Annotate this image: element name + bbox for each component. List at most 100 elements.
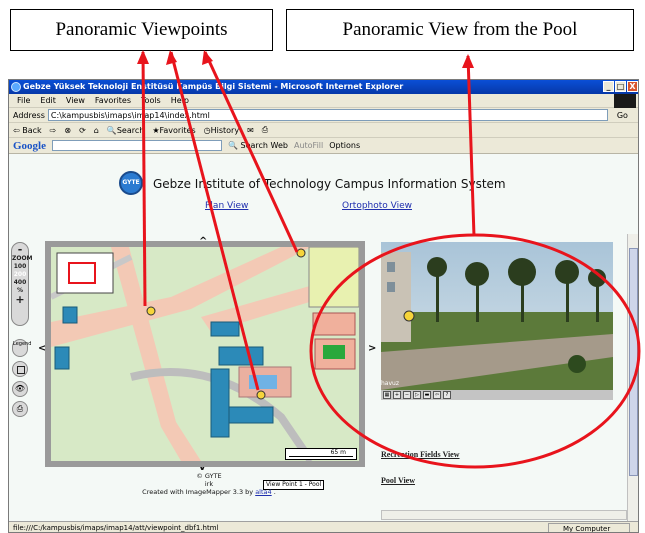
building [62,306,78,324]
browser-window: Gebze Yüksek Teknoloji Enstitüsü Kampüs … [8,79,639,533]
back-button[interactable]: ⇦ Back [13,126,42,135]
google-toolbar: Google 🔍 Search Web AutoFill Options [9,138,638,154]
forward-icon[interactable]: ⇨ [50,126,57,135]
security-zone: My Computer [548,523,630,532]
print-map-button[interactable]: ⎙ [12,401,28,417]
menu-help[interactable]: Help [171,96,189,105]
panorama-label: havuz [381,380,399,387]
building [210,368,230,438]
ie-icon [11,82,21,92]
pool-view-link[interactable]: Pool View [381,476,415,485]
minimize-button[interactable]: _ [603,81,614,92]
search-web-button[interactable]: 🔍 Search Web [228,141,288,150]
search-button[interactable]: 🔍Search [107,126,144,135]
horizontal-scrollbar[interactable] [381,510,627,520]
menu-edit[interactable]: Edit [40,96,56,105]
google-search-input[interactable] [52,140,222,151]
gyte-logo: GYTE [119,171,143,195]
zoom-out-button[interactable]: - [12,244,28,255]
zoom-panel: - ZOOM 100 200 400 % + [11,242,33,326]
legend-button[interactable]: Legend [12,339,31,357]
recreation-fields-link[interactable]: Recreation Fields View [381,450,460,459]
building [218,346,264,366]
pano-zoom-out-button[interactable]: − [403,391,411,399]
zoom-in-button[interactable]: + [12,294,28,305]
status-url: file:///C:/kampusbis/imaps/imap14/att/vi… [13,524,219,532]
copyright-text: © GYTE [196,472,222,480]
stop-icon[interactable]: ⊗ [64,126,71,135]
pano-grid-button[interactable]: ▦ [383,391,391,399]
pool [249,375,277,389]
pano-help-button[interactable]: ? [443,391,451,399]
address-input[interactable]: C:\kampusbis\imaps\imap14\index.html [47,109,608,121]
overview-inset[interactable] [56,252,114,294]
menu-tools[interactable]: Tools [141,96,161,105]
created-with-line: Created with ImageMapper 3.3 by alta4 . [129,488,289,496]
viewpoint-marker [296,248,306,258]
pano-back-button[interactable]: ⇦ [433,391,441,399]
ortophoto-view-link[interactable]: Ortophoto View [342,201,412,211]
zoom-400[interactable]: 400 [12,279,28,287]
mail-icon[interactable]: ✉ [247,126,254,135]
scale-bar: 65 m [285,448,357,460]
window-titlebar: Gebze Yüksek Teknoloji Enstitüsü Kampüs … [9,80,638,94]
go-button[interactable]: Go [617,111,628,120]
address-bar: Address C:\kampusbis\imaps\imap14\index.… [9,108,638,123]
map-drawing [51,247,359,461]
zoom-200[interactable]: 200 [12,271,28,279]
created-with-text: Created with ImageMapper 3.3 by [142,488,254,496]
pano-play-button[interactable]: ▷ [413,391,421,399]
callout-panoramic-viewpoints: Panoramic Viewpoints [10,9,273,51]
status-bar: file:///C:/kampusbis/imaps/imap14/att/vi… [9,521,638,532]
close-button[interactable]: X [627,81,638,92]
alta4-link[interactable]: alta4 [255,488,271,496]
menu-favorites[interactable]: Favorites [95,96,131,105]
standard-toolbar: ⇦ Back ⇨ ⊗ ⟳ ⌂ 🔍Search ★Favorites ◷Histo… [9,123,638,138]
pano-zoom-in-button[interactable]: + [393,391,401,399]
binoculars-button[interactable]: 👁 [12,381,28,397]
maximize-button[interactable]: □ [615,81,626,92]
annotation-arrowhead [202,50,213,65]
panorama-viewer[interactable] [381,242,613,390]
callout-panoramic-view-pool: Panoramic View from the Pool [286,9,634,51]
menu-bar: File Edit View Favorites Tools Help [9,94,638,108]
history-button[interactable]: ◷History [204,126,239,135]
zoom-100[interactable]: 100 [12,263,28,271]
address-label: Address [13,110,45,120]
building [210,321,240,337]
annotated-figure: Panoramic Viewpoints Panoramic View from… [0,0,645,533]
credits-period: . [273,488,276,496]
building-photo [381,252,411,342]
home-icon[interactable]: ⌂ [94,126,99,135]
building [54,346,70,370]
options-button[interactable]: Options [329,141,360,150]
annotation-arrowhead [462,54,474,68]
page-title: Gebze Institute of Technology Campus Inf… [153,177,506,191]
google-logo[interactable]: Google [13,140,46,152]
menu-view[interactable]: View [66,96,85,105]
favorites-label: Favorites [159,125,196,135]
zoom-label: ZOOM [12,255,33,262]
sports-field [308,247,359,308]
panorama-image [381,242,613,390]
campus-map[interactable] [45,241,365,467]
author-text: irk [204,480,214,488]
autofill-button[interactable]: AutoFill [294,141,323,150]
windows-logo-icon [614,94,636,108]
panorama-hotspot-icon [403,310,415,322]
pano-stop-button[interactable]: ▬ [423,391,431,399]
vertical-scrollbar[interactable] [627,234,638,521]
back-label: Back [22,125,42,135]
full-extent-button[interactable] [12,361,28,377]
window-title: Gebze Yüksek Teknoloji Enstitüsü Kampüs … [23,82,404,91]
building [228,406,274,424]
viewpoint-marker [256,390,266,400]
favorites-button[interactable]: ★Favorites [152,126,195,135]
refresh-icon[interactable]: ⟳ [79,126,86,135]
print-icon[interactable]: ⎙ [262,125,268,135]
pan-right-button[interactable]: > [368,343,376,354]
scroll-thumb[interactable] [629,248,638,476]
plan-view-link[interactable]: Plan View [205,201,248,211]
menu-file[interactable]: File [17,96,30,105]
panorama-controls: ▦ + − ▷ ▬ ⇦ ? [381,390,613,400]
